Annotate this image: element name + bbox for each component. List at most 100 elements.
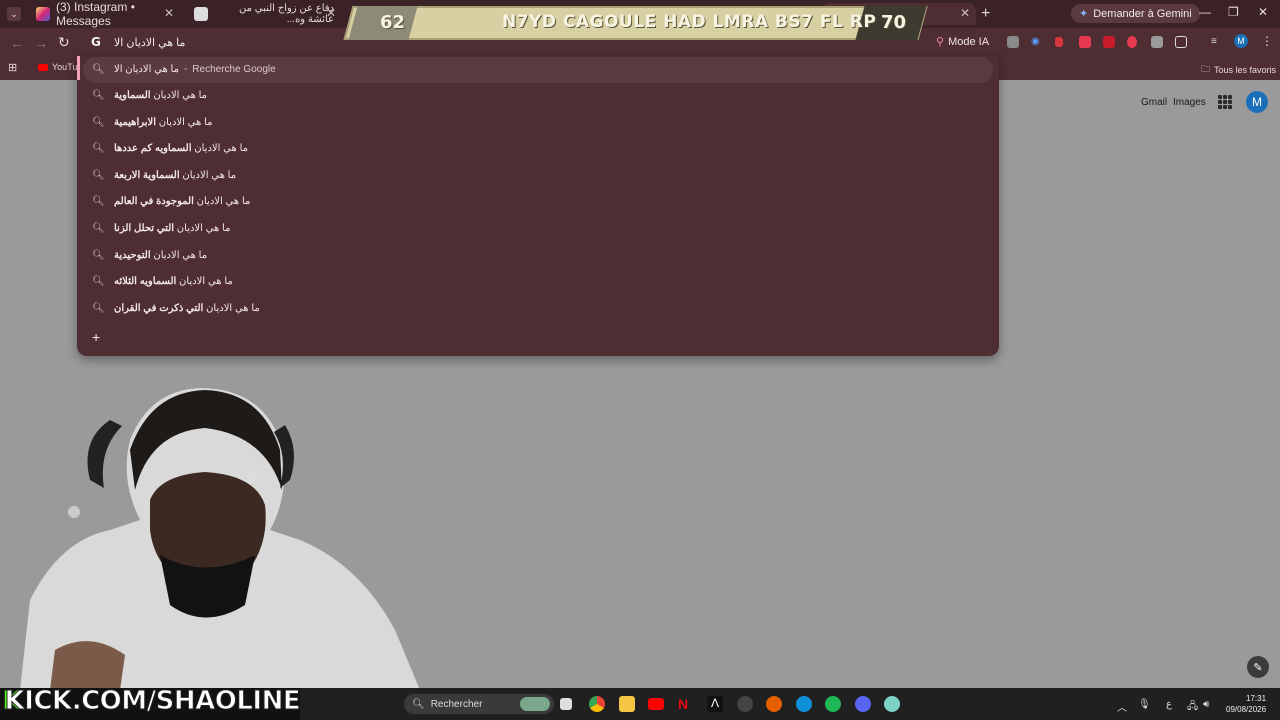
search-icon: 🔍︎ [92, 250, 105, 261]
suggestion-text: ما هي الاديان التوحيدية [114, 250, 207, 261]
tab-instagram[interactable]: (3) Instagram • Messages ✕ [28, 0, 180, 28]
apps-grid-icon[interactable]: ⊞ [8, 61, 17, 74]
overlay-left-score: 62 [380, 12, 406, 33]
firefox-icon[interactable] [766, 696, 782, 712]
suggestion-prefix: ما هي الاديان الا [114, 64, 179, 75]
customize-pencil-icon[interactable]: ✎ [1247, 656, 1269, 678]
suggestion-text: ما هي الاديان السماوية الاربعة [114, 170, 236, 181]
suggestion-completion: السماوية [114, 90, 151, 101]
gemini-button-label: Demander à Gemini [1093, 7, 1192, 20]
gmail-link[interactable]: Gmail [1141, 97, 1167, 108]
spotify-icon[interactable] [825, 696, 841, 712]
adblock-icon[interactable] [1103, 36, 1115, 48]
suggestion-completion: التوحيدية [114, 250, 151, 261]
suggestion-text: ما هي الاديان الابراهيمية [114, 117, 212, 128]
suggestion-row[interactable]: 🔍︎ ما هي الاديان التي تحلل الزنا [77, 216, 999, 242]
extension-icon[interactable] [1079, 36, 1091, 48]
youtube-icon [38, 63, 48, 71]
taskbar-search-placeholder: Rechercher [430, 698, 483, 710]
close-window-icon[interactable]: ✕ [1258, 5, 1268, 19]
back-icon[interactable]: ← [10, 35, 24, 51]
extension-icon[interactable] [1055, 37, 1063, 47]
suggestion-row[interactable]: 🔍︎ ما هي الاديان الا - Recherche Google [83, 57, 993, 83]
google-apps-icon[interactable] [1218, 95, 1232, 109]
search-icon: 🔍︎ [92, 196, 105, 207]
extension-icon[interactable] [1007, 36, 1019, 48]
suggestion-text: ما هي الاديان السماويه كم عددها [114, 143, 248, 154]
youtube-icon[interactable] [648, 698, 664, 710]
tray-chevron-icon[interactable]: ︿ [1117, 699, 1127, 714]
suggestion-text: ما هي الاديان السماويه الثلاثه [114, 276, 233, 287]
suggestion-row[interactable]: 🔍︎ ما هي الاديان السماويه الثلاثه [77, 269, 999, 295]
app-icon[interactable] [737, 696, 753, 712]
reload-icon[interactable]: ↻ [58, 34, 70, 51]
language-indicator[interactable]: ع [1166, 699, 1172, 710]
extension-icon[interactable] [1151, 36, 1163, 48]
search-icon: 🔍︎ [92, 276, 105, 287]
taskbar-search[interactable]: 🔍︎ Rechercher [404, 694, 554, 714]
app-icon[interactable]: Λ [707, 696, 723, 712]
network-icon[interactable]: 🖧︎ [1187, 699, 1198, 716]
suggestion-prefix: ما هي الاديان [150, 250, 208, 261]
google-avatar[interactable]: M [1246, 91, 1268, 113]
discord-icon[interactable] [855, 696, 871, 712]
suggestion-completion: التي ذكرت في القران [114, 303, 204, 314]
suggestion-row[interactable]: 🔍︎ ما هي الاديان التي ذكرت في القران [77, 296, 999, 322]
file-explorer-icon[interactable] [619, 696, 635, 712]
close-tab-icon[interactable]: ✕ [326, 6, 336, 20]
restore-icon[interactable]: ❐ [1228, 5, 1239, 19]
new-tab-button[interactable]: + [981, 5, 990, 23]
bookmark-youtube[interactable]: YouTub [38, 62, 82, 72]
menu-icon[interactable]: ⋮ [1261, 34, 1273, 48]
suggestion-text: ما هي الاديان التي ذكرت في القران [114, 303, 260, 314]
stream-url: KICK.COM/SHAOLINE [4, 686, 301, 717]
app-icon[interactable] [884, 696, 900, 712]
edge-icon[interactable] [796, 696, 812, 712]
tab-label: (3) Instagram • Messages [56, 0, 135, 28]
overlay-right-score: 70 [880, 12, 906, 33]
media-icon[interactable]: ≡ [1211, 36, 1223, 48]
all-bookmarks-button[interactable]: 🗀 Tous les favoris [1201, 62, 1276, 78]
search-icon: 🔍︎ [92, 143, 105, 154]
profile-avatar[interactable]: M [1234, 34, 1248, 48]
minimize-icon[interactable]: — [1199, 5, 1211, 19]
taskbar-clock[interactable]: 17:31 09/08/2026 [1226, 693, 1266, 715]
mode-ia-button[interactable]: ⚲ Mode IA [936, 35, 989, 49]
suggestion-row[interactable]: 🔍︎ ما هي الاديان التوحيدية [77, 243, 999, 269]
close-tab-icon[interactable]: ✕ [960, 6, 970, 20]
suggestion-prefix: ما هي الاديان [193, 196, 251, 207]
microphone-icon[interactable]: 🎙︎ [1138, 699, 1151, 710]
suggestion-prefix: ما هي الاديان [191, 143, 248, 154]
images-link[interactable]: Images [1173, 97, 1206, 108]
gemini-button[interactable]: ✦ Demander à Gemini [1071, 4, 1200, 23]
netflix-icon[interactable]: N [678, 696, 694, 712]
suggestion-row[interactable]: 🔍︎ ما هي الاديان الموجودة في العالم [77, 189, 999, 215]
tab-article[interactable]: دفاع عن زواج النبي من عائشة وه... ✕ [186, 3, 342, 25]
search-icon: 🔍︎ [92, 223, 105, 234]
add-shortcut-plus-icon[interactable]: + [92, 329, 100, 345]
search-icon: 🔍︎ [412, 698, 425, 710]
extension-icon[interactable] [1127, 36, 1137, 48]
puzzle-icon[interactable] [1175, 36, 1187, 48]
forward-icon[interactable]: → [34, 35, 48, 51]
suggestion-completion: السماويه كم عددها [114, 143, 192, 154]
suggestion-prefix: ما هي الاديان [150, 90, 208, 101]
suggestion-source: Recherche Google [192, 64, 276, 75]
tab-search-button[interactable]: ⌄ [7, 7, 21, 21]
overlay-title: N7YD CAGOULE HAD LMRA BS7 FL RP [502, 12, 877, 32]
google-icon: G [91, 35, 101, 49]
volume-icon[interactable]: 🔊︎ [1203, 699, 1209, 710]
suggestion-row[interactable]: 🔍︎ ما هي الاديان السماوية الاربعة [77, 163, 999, 189]
search-icon: 🔍︎ [92, 303, 105, 314]
suggestion-text: ما هي الاديان التي تحلل الزنا [114, 223, 231, 234]
omnibox-input[interactable]: ما هي الاديان الا [114, 36, 185, 49]
task-view-icon[interactable] [560, 698, 572, 710]
close-tab-icon[interactable]: ✕ [164, 6, 174, 20]
suggestion-row[interactable]: 🔍︎ ما هي الاديان السماوية [77, 83, 999, 109]
suggestion-row[interactable]: 🔍︎ ما هي الاديان الابراهيمية [77, 110, 999, 136]
stream-banner-text: KKICK.COM/SHAOLINE [2, 686, 302, 717]
chrome-icon[interactable] [589, 696, 605, 712]
suggestion-row[interactable]: 🔍︎ ما هي الاديان السماويه كم عددها [77, 136, 999, 162]
clock-time: 17:31 [1246, 694, 1267, 703]
extension-icon[interactable]: ◉ [1031, 36, 1043, 48]
